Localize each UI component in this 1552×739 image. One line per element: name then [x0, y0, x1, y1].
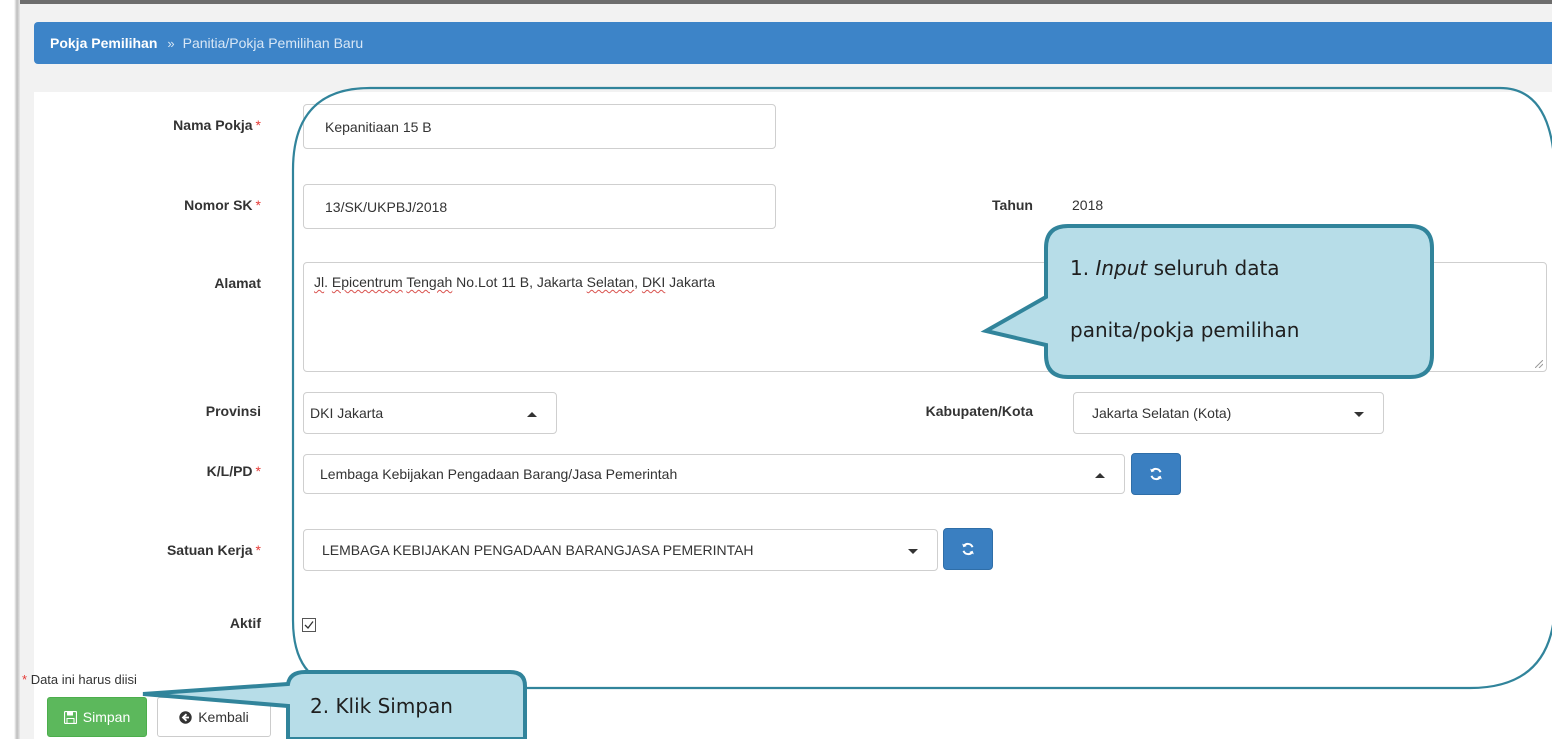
satuan-kerja-value: LEMBAGA KEBIJAKAN PENGADAAN BARANGJASA P… [322, 542, 754, 558]
spellcheck-word: Selatan [586, 274, 635, 290]
save-button-label: Simpan [82, 709, 131, 725]
breadcrumb: Pokja Pemilihan » Panitia/Pokja Pemiliha… [34, 22, 1552, 64]
back-button[interactable]: Kembali [157, 697, 271, 737]
required-mark: * [22, 672, 28, 687]
kabupaten-kota-label: Kabupaten/Kota [925, 403, 1033, 419]
alamat-textarea[interactable]: Jl. Epicentrum Tengah No.Lot 11 B, Jakar… [303, 262, 1547, 372]
breadcrumb-current: Panitia/Pokja Pemilihan Baru [182, 35, 364, 51]
back-button-label: Kembali [198, 709, 249, 725]
checkmark-icon [304, 621, 314, 629]
alamat-label: Alamat [214, 275, 261, 291]
spellcheck-word: Jl [314, 274, 325, 290]
nama-pokja-value: Kepanitiaan 15 B [325, 118, 432, 135]
satuan-kerja-select[interactable]: LEMBAGA KEBIJAKAN PENGADAAN BARANGJASA P… [303, 529, 938, 571]
klpd-select[interactable]: Lembaga Kebijakan Pengadaan Barang/Jasa … [303, 454, 1125, 494]
callout-1-prefix: 1. [1070, 256, 1096, 280]
caret-up-icon [1095, 473, 1105, 478]
kabupaten-kota-select[interactable]: Jakarta Selatan (Kota) [1073, 392, 1384, 434]
alamat-text-part: , [634, 274, 642, 290]
floppy-disk-icon [63, 710, 77, 724]
satuan-kerja-label: Satuan Kerja * [167, 542, 261, 558]
required-note-text: Data ini harus diisi [30, 672, 137, 687]
breadcrumb-root-link[interactable]: Pokja Pemilihan [50, 35, 157, 51]
nama-pokja-label-text: Nama Pokja [173, 117, 253, 133]
klpd-label: K/L/PD * [207, 463, 261, 479]
satuan-kerja-refresh-button[interactable] [943, 528, 993, 570]
alamat-value: Jl. Epicentrum Tengah No.Lot 11 B, Jakar… [314, 274, 715, 290]
klpd-value: Lembaga Kebijakan Pengadaan Barang/Jasa … [320, 466, 678, 482]
kabupaten-kota-value: Jakarta Selatan (Kota) [1092, 405, 1232, 421]
spellcheck-word: Tengah [406, 274, 453, 290]
spellcheck-word: Epicentrum [331, 274, 403, 290]
callout-1-rest: seluruh data [1147, 256, 1280, 280]
alamat-text-part: Jakarta [665, 274, 716, 290]
required-note: * Data ini harus diisi [22, 672, 137, 687]
provinsi-select[interactable]: DKI Jakarta [303, 392, 557, 434]
nomor-sk-label: Nomor SK * [184, 197, 261, 213]
nomor-sk-input[interactable]: 13/SK/UKPBJ/2018 [303, 184, 776, 229]
refresh-icon [1150, 467, 1162, 481]
required-mark: * [255, 542, 261, 558]
nama-pokja-label: Nama Pokja * [173, 117, 261, 133]
caret-down-icon [908, 549, 918, 554]
circle-arrow-left-icon [179, 710, 192, 724]
nomor-sk-value: 13/SK/UKPBJ/2018 [325, 198, 448, 215]
callout-1-line-2: panita/pokja pemilihan [1070, 318, 1300, 342]
caret-up-icon [527, 412, 537, 417]
alamat-text-part: No.Lot 11 B, Jakarta [452, 274, 587, 290]
nomor-sk-label-text: Nomor SK [184, 197, 253, 213]
aktif-checkbox[interactable] [302, 618, 316, 632]
refresh-icon [962, 542, 974, 556]
spellcheck-word: DKI [641, 274, 666, 290]
klpd-label-text: K/L/PD [206, 463, 253, 479]
provinsi-label: Provinsi [205, 403, 261, 419]
callout-2-text: 2. Klik Simpan [310, 694, 453, 718]
resize-grip-icon[interactable] [1535, 360, 1543, 368]
nama-pokja-input[interactable]: Kepanitiaan 15 B [303, 104, 776, 149]
callout-1-italic: Input [1095, 256, 1148, 280]
alamat-text-part: . [324, 274, 332, 290]
tahun-label: Tahun [992, 197, 1033, 213]
aktif-label: Aktif [229, 615, 261, 631]
caret-down-icon [1354, 412, 1364, 417]
callout-1-line-1: 1. Input seluruh data [1070, 256, 1280, 280]
required-mark: * [255, 197, 261, 213]
provinsi-value: DKI Jakarta [310, 405, 384, 421]
klpd-refresh-button[interactable] [1131, 453, 1181, 495]
breadcrumb-separator: » [167, 35, 175, 51]
save-button[interactable]: Simpan [47, 697, 147, 737]
required-mark: * [255, 463, 261, 479]
satuan-kerja-label-text: Satuan Kerja [166, 542, 253, 558]
tahun-value: 2018 [1072, 197, 1104, 213]
required-mark: * [255, 117, 261, 133]
window-frame-left [0, 0, 20, 739]
